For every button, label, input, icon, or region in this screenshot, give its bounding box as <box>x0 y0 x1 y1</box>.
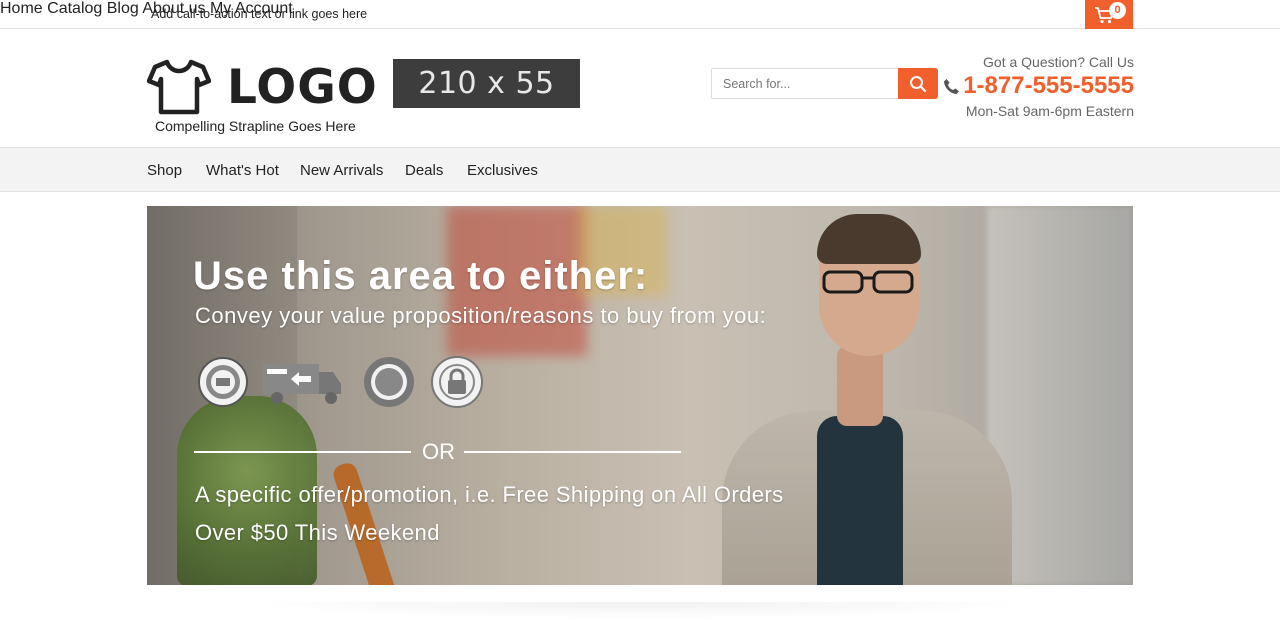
nav-whats-hot[interactable]: What's Hot <box>206 162 279 179</box>
nav-shop[interactable]: Shop <box>147 162 182 179</box>
top-nav-home[interactable]: Home <box>0 0 43 17</box>
main-nav: Shop What's Hot New Arrivals Deals Exclu… <box>0 147 1280 192</box>
business-hours: Mon-Sat 9am-6pm Eastern <box>965 103 1134 119</box>
top-nav-blog[interactable]: Blog <box>107 0 139 17</box>
search-input[interactable] <box>711 68 899 99</box>
hero-offer-line-2: Over $50 This Weekend <box>195 520 440 545</box>
trust-badges <box>197 356 497 416</box>
easy-returns-icon <box>263 364 341 404</box>
content-shadow <box>240 602 1040 620</box>
top-nav-catalog[interactable]: Catalog <box>47 0 102 17</box>
hero-offer-line-1: A specific offer/promotion, i.e. Free Sh… <box>195 482 784 507</box>
banner-placeholder: 210 x 55 <box>393 59 580 108</box>
site-logo[interactable]: LOGO Compelling Strapline Goes Here <box>147 58 377 138</box>
money-back-guarantee-icon <box>198 357 248 407</box>
phone-icon <box>943 75 960 101</box>
nav-exclusives[interactable]: Exclusives <box>467 162 538 179</box>
hero-person-neck <box>837 346 883 426</box>
nav-deals[interactable]: Deals <box>405 162 443 179</box>
or-label: OR <box>422 439 455 464</box>
or-line-left <box>194 451 411 453</box>
cta-link[interactable]: Add call-to-action text or link goes her… <box>151 7 367 21</box>
phone-number-text: 1-877-555-5555 <box>963 72 1134 99</box>
hero-person-shirt <box>817 416 903 585</box>
hero-headline: Use this area to either: <box>193 254 649 298</box>
cart-count-badge: 0 <box>1109 2 1126 19</box>
or-divider: OR <box>194 439 681 465</box>
strapline: Compelling Strapline Goes Here <box>155 118 356 134</box>
hero-subheadline: Convey your value proposition/reasons to… <box>195 303 767 328</box>
phone-number[interactable]: 1-877-555-5555 <box>943 73 1134 101</box>
search-icon <box>910 76 927 93</box>
tshirt-icon <box>147 59 211 115</box>
contact-block: Got a Question? Call Us 1-877-555-5555 M… <box>943 54 1134 119</box>
hero-person-glasses <box>822 270 914 294</box>
top-bar: Add call-to-action text or link goes her… <box>0 0 1280 29</box>
search-form <box>711 68 938 99</box>
or-line-right <box>464 451 681 453</box>
satisfaction-guaranteed-icon <box>364 357 414 407</box>
search-button[interactable] <box>898 68 938 99</box>
hero-banner[interactable]: Use this area to either: Convey your val… <box>147 206 1133 585</box>
logo-text: LOGO <box>227 60 378 115</box>
secure-ordering-lock-icon <box>431 356 483 408</box>
nav-new-arrivals[interactable]: New Arrivals <box>300 162 383 179</box>
contact-question: Got a Question? Call Us <box>983 54 1134 70</box>
hero-person-hair <box>817 214 921 264</box>
cart-button[interactable]: 0 <box>1085 0 1133 29</box>
